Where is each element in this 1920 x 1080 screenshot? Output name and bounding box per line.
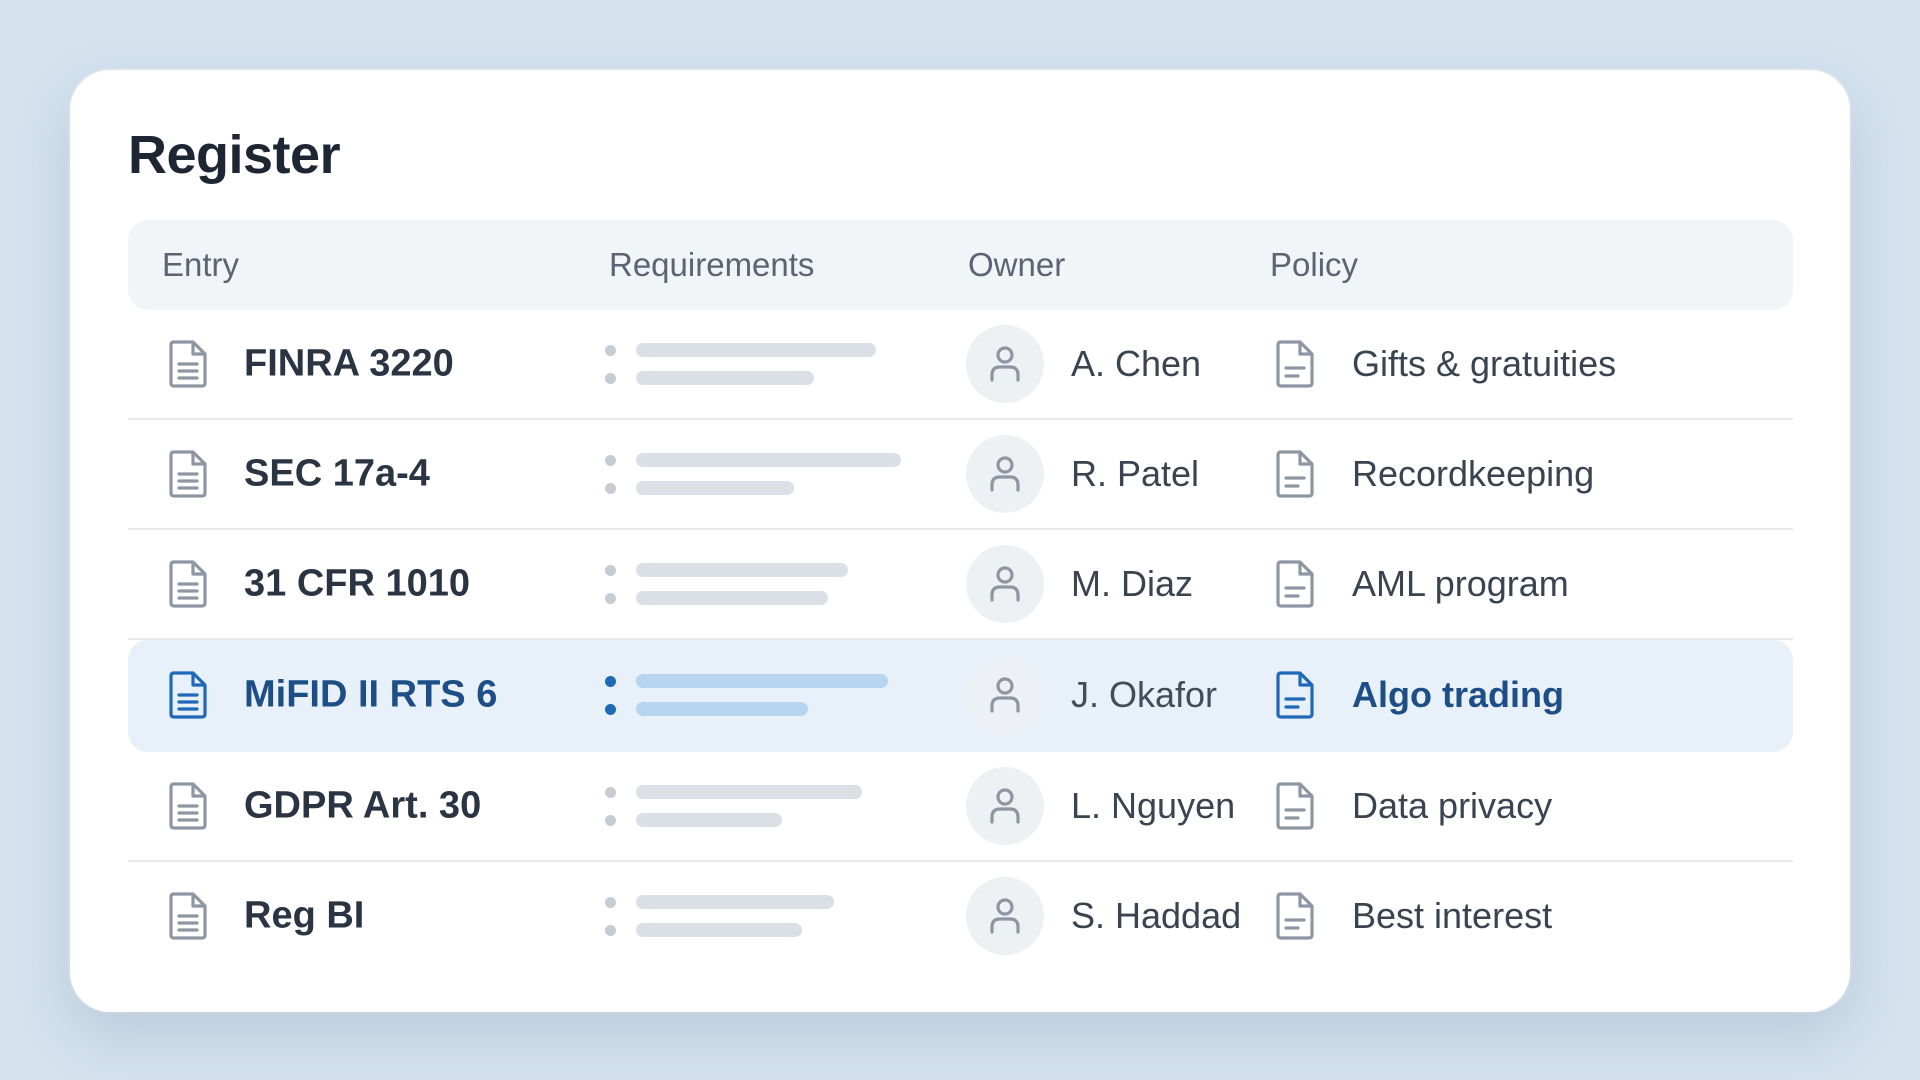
requirements-placeholder bbox=[605, 343, 905, 385]
entry-name[interactable]: Reg BI bbox=[244, 895, 364, 938]
column-header-requirements[interactable]: Requirements bbox=[609, 220, 814, 310]
avatar[interactable] bbox=[966, 545, 1044, 623]
entry-name[interactable]: MiFID II RTS 6 bbox=[244, 674, 497, 717]
avatar[interactable] bbox=[966, 656, 1044, 734]
document-icon bbox=[169, 340, 207, 388]
owner-name: J. Okafor bbox=[1071, 674, 1218, 715]
avatar[interactable] bbox=[966, 877, 1044, 955]
owner-name: A. Chen bbox=[1071, 343, 1202, 384]
document-icon bbox=[1276, 560, 1314, 608]
entry-name[interactable]: SEC 17a-4 bbox=[244, 453, 430, 496]
table-row[interactable]: Reg BI S. Haddad Best interest bbox=[128, 862, 1793, 970]
policy-link[interactable]: Gifts & gratuities bbox=[1352, 343, 1616, 385]
policy-link[interactable]: Data privacy bbox=[1352, 785, 1552, 827]
entry-name[interactable]: 31 CFR 1010 bbox=[244, 563, 470, 606]
requirements-placeholder bbox=[605, 895, 905, 937]
table-row[interactable]: GDPR Art. 30 L. Nguyen Data privacy bbox=[128, 752, 1793, 862]
policy-link[interactable]: AML program bbox=[1352, 563, 1569, 605]
document-icon bbox=[1276, 340, 1314, 388]
policy-link[interactable]: Best interest bbox=[1352, 895, 1552, 937]
owner-name: S. Haddad bbox=[1071, 895, 1242, 936]
policy-link[interactable]: Recordkeeping bbox=[1352, 453, 1594, 495]
register-card: Register Entry Requirements Owner Policy… bbox=[70, 70, 1850, 1012]
document-icon bbox=[1276, 450, 1314, 498]
requirements-placeholder bbox=[605, 674, 905, 716]
entry-name[interactable]: FINRA 3220 bbox=[244, 343, 454, 386]
column-header-policy[interactable]: Policy bbox=[1270, 220, 1358, 310]
requirements-placeholder bbox=[605, 563, 905, 605]
avatar[interactable] bbox=[966, 435, 1044, 513]
table-row[interactable]: 31 CFR 1010 M. Diaz AML program bbox=[128, 530, 1793, 640]
user-icon bbox=[990, 677, 1020, 713]
requirements-placeholder bbox=[605, 785, 905, 827]
user-icon bbox=[990, 566, 1020, 602]
document-icon bbox=[169, 782, 207, 830]
document-icon bbox=[169, 671, 207, 719]
document-icon bbox=[1276, 782, 1314, 830]
page-title: Register bbox=[128, 125, 341, 185]
policy-link[interactable]: Algo trading bbox=[1352, 674, 1564, 716]
user-icon bbox=[990, 898, 1020, 934]
register-table: Entry Requirements Owner Policy FINRA 32… bbox=[128, 220, 1793, 970]
user-icon bbox=[990, 346, 1020, 382]
column-header-entry[interactable]: Entry bbox=[162, 220, 239, 310]
owner-name: R. Patel bbox=[1071, 453, 1200, 494]
entry-name[interactable]: GDPR Art. 30 bbox=[244, 785, 481, 828]
document-icon bbox=[169, 892, 207, 940]
owner-name: L. Nguyen bbox=[1071, 785, 1236, 826]
document-icon bbox=[169, 450, 207, 498]
avatar[interactable] bbox=[966, 325, 1044, 403]
table-header: Entry Requirements Owner Policy bbox=[128, 220, 1793, 310]
requirements-placeholder bbox=[605, 453, 905, 495]
user-icon bbox=[990, 456, 1020, 492]
user-icon bbox=[990, 788, 1020, 824]
owner-name: M. Diaz bbox=[1071, 563, 1194, 604]
document-icon bbox=[1276, 671, 1314, 719]
avatar[interactable] bbox=[966, 767, 1044, 845]
table-row[interactable]: SEC 17a-4 R. Patel Recordkeeping bbox=[128, 420, 1793, 530]
document-icon bbox=[169, 560, 207, 608]
table-row-selected[interactable]: MiFID II RTS 6 J. Okafor Algo trading bbox=[128, 640, 1793, 752]
table-row[interactable]: FINRA 3220 A. Chen Gifts & gratuities bbox=[128, 310, 1793, 420]
column-header-owner[interactable]: Owner bbox=[968, 220, 1065, 310]
document-icon bbox=[1276, 892, 1314, 940]
